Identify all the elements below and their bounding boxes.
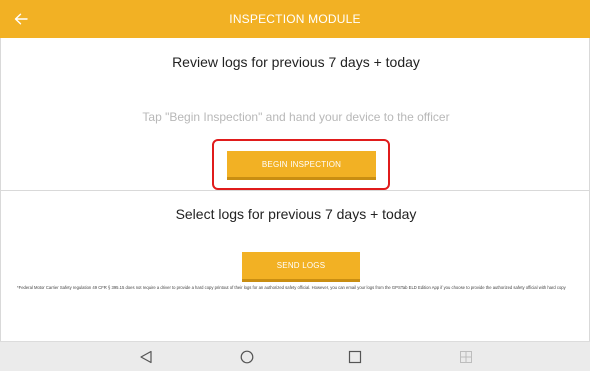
page-title: INSPECTION MODULE	[229, 12, 361, 26]
inspection-hint: Tap "Begin Inspection" and hand your dev…	[142, 110, 450, 124]
split-screen-icon[interactable]	[455, 347, 477, 367]
review-logs-heading: Review logs for previous 7 days + today	[172, 54, 420, 70]
triangle-back-icon[interactable]	[135, 347, 157, 367]
regulation-disclaimer: *Federal Motor Carrier Safety regulation…	[17, 285, 566, 290]
app-bar: INSPECTION MODULE	[0, 0, 590, 38]
select-logs-heading: Select logs for previous 7 days + today	[175, 206, 417, 222]
begin-inspection-button[interactable]: BEGIN INSPECTION	[227, 151, 376, 180]
system-nav-bar	[0, 341, 590, 371]
inspection-content: Review logs for previous 7 days + today …	[0, 38, 590, 341]
send-logs-button[interactable]: SEND LOGS	[242, 252, 360, 282]
square-recents-icon[interactable]	[344, 347, 366, 367]
section-divider	[1, 190, 590, 191]
circle-home-icon[interactable]	[236, 347, 258, 367]
back-arrow-icon[interactable]	[10, 8, 32, 30]
